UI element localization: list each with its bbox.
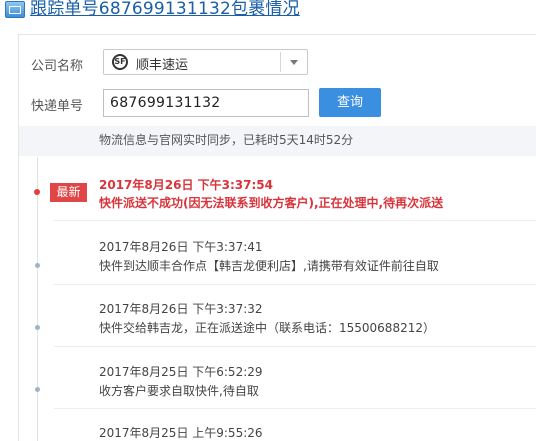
divider <box>54 220 536 221</box>
tracking-number-label: 快递单号 <box>31 99 84 114</box>
company-label: 公司名称 <box>31 59 84 74</box>
tracking-number-input[interactable]: 687699131132 <box>103 89 309 117</box>
page-header: 跟踪单号687699131132包裹情况 <box>0 0 536 24</box>
timeline-line <box>37 157 38 441</box>
entry-desc: 快件交给韩吉龙，正在派送途中（联系电话：15500688212） <box>99 321 435 335</box>
company-select[interactable]: SF 顺丰速运 <box>103 49 308 75</box>
chevron-down-icon[interactable] <box>290 60 298 65</box>
entry-desc: 快件到达顺丰合作点【韩吉龙便利店】,请携带有效证件前往自取 <box>99 259 439 273</box>
sync-note: 物流信息与官网实时同步，已耗时5天14时52分 <box>99 133 354 147</box>
sf-logo-icon: SF <box>112 54 128 70</box>
package-icon <box>5 1 25 18</box>
timeline-dot <box>35 325 40 330</box>
latest-badge: 最新 <box>50 183 87 202</box>
entry-time: 2017年8月25日 上午9:55:26 <box>99 426 263 440</box>
divider <box>54 346 536 347</box>
select-divider <box>280 52 281 72</box>
divider <box>54 408 536 409</box>
entry-time: 2017年8月26日 下午3:37:41 <box>99 240 263 254</box>
tracking-panel: 公司名称 SF 顺丰速运 快递单号 687699131132 查询 物流信息与官… <box>18 34 536 441</box>
timeline-dot <box>35 263 40 268</box>
company-select-value: 顺丰速运 <box>136 58 189 73</box>
timeline-dot <box>35 387 40 392</box>
entry-desc: 快件派送不成功(因无法联系到收方客户),正在处理中,待再次派送 <box>99 196 444 210</box>
entry-time: 2017年8月25日 下午6:52:29 <box>99 365 263 379</box>
page-title[interactable]: 跟踪单号687699131132包裹情况 <box>30 0 300 19</box>
entry-time: 2017年8月26日 下午3:37:54 <box>99 178 273 192</box>
query-button[interactable]: 查询 <box>319 88 381 117</box>
query-form: 公司名称 SF 顺丰速运 快递单号 687699131132 查询 物流信息与官… <box>19 35 536 157</box>
divider <box>54 284 536 285</box>
sync-note-bar: 物流信息与官网实时同步，已耗时5天14时52分 <box>19 126 536 156</box>
timeline-dot <box>34 189 40 195</box>
entry-desc: 收方客户要求自取快件,待自取 <box>99 384 259 398</box>
entry-time: 2017年8月26日 下午3:37:32 <box>99 302 263 316</box>
